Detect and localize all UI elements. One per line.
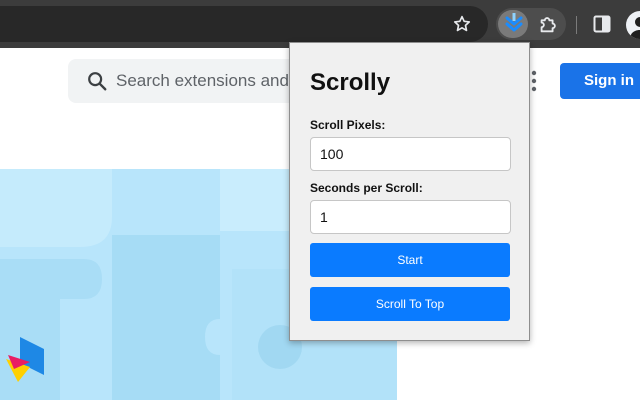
start-button[interactable]: Start [310, 243, 510, 277]
address-bar[interactable] [0, 6, 488, 42]
side-panel-icon[interactable] [593, 15, 611, 33]
sign-in-button[interactable]: Sign in [560, 63, 640, 99]
popup-title: Scrolly [310, 69, 391, 96]
seconds-per-scroll-label: Seconds per Scroll: [310, 181, 423, 195]
more-options-icon[interactable] [531, 70, 537, 92]
search-icon [88, 72, 107, 91]
scroll-to-top-button[interactable]: Scroll To Top [310, 287, 510, 321]
profile-avatar-icon[interactable] [626, 11, 640, 39]
scroll-pixels-label: Scroll Pixels: [310, 118, 386, 132]
browser-toolbar [0, 0, 640, 48]
extensions-puzzle-icon[interactable] [537, 13, 559, 35]
scrolly-extension-icon[interactable] [504, 12, 524, 34]
scroll-pixels-input[interactable] [310, 137, 511, 171]
seconds-per-scroll-input[interactable] [310, 200, 511, 234]
search-input[interactable]: Search extensions and themes [116, 69, 290, 93]
bookmark-star-icon[interactable] [452, 14, 472, 34]
scrolly-popup: Scrolly Scroll Pixels: Seconds per Scrol… [289, 42, 530, 341]
toolbar-divider [576, 16, 577, 34]
